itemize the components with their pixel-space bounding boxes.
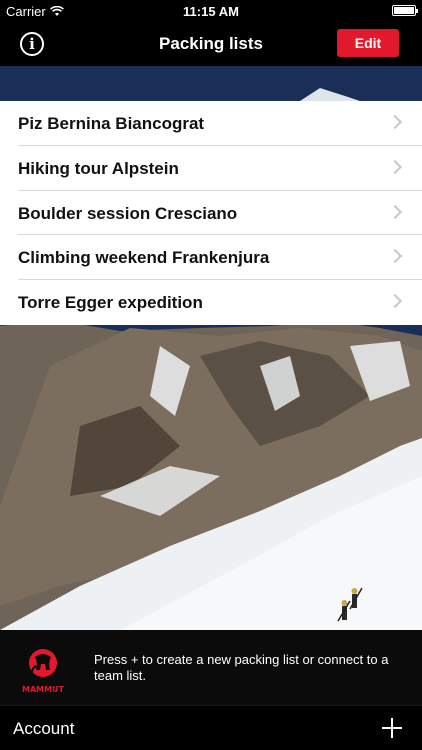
chevron-right-icon bbox=[387, 249, 403, 264]
edit-button[interactable]: Edit bbox=[337, 29, 399, 57]
packing-lists-table: Piz Bernina Biancograt Hiking tour Alpst… bbox=[0, 101, 422, 325]
navigation-bar: i Packing lists Edit bbox=[0, 22, 422, 66]
chevron-right-icon bbox=[387, 114, 403, 130]
list-item-label: Boulder session Cresciano bbox=[18, 203, 238, 223]
account-bar: Account bbox=[0, 705, 422, 750]
footer-hint-bar: MAMMUT Press + to create a new packing l… bbox=[0, 630, 422, 705]
add-list-plus-icon[interactable] bbox=[382, 718, 402, 738]
list-item-label: Hiking tour Alpstein bbox=[18, 158, 179, 178]
battery-icon bbox=[392, 5, 418, 16]
status-bar: Carrier 11:15 AM bbox=[0, 0, 422, 22]
list-item[interactable]: Hiking tour Alpstein bbox=[18, 146, 422, 191]
chevron-right-icon bbox=[387, 159, 403, 174]
list-item-label: Torre Egger expedition bbox=[18, 293, 203, 313]
list-item[interactable]: Boulder session Cresciano bbox=[18, 191, 422, 236]
svg-text:MAMMUT: MAMMUT bbox=[22, 685, 65, 694]
chevron-right-icon bbox=[387, 204, 403, 219]
list-item-label: Climbing weekend Frankenjura bbox=[18, 248, 270, 268]
chevron-right-icon bbox=[387, 294, 403, 309]
list-item[interactable]: Torre Egger expedition bbox=[18, 280, 422, 325]
battery-fill bbox=[394, 7, 414, 14]
list-item[interactable]: Piz Bernina Biancograt bbox=[18, 101, 422, 146]
mammut-logo: MAMMUT bbox=[22, 649, 65, 694]
account-button[interactable]: Account bbox=[13, 719, 74, 739]
list-item-label: Piz Bernina Biancograt bbox=[18, 114, 205, 133]
create-list-hint: Press + to create a new packing list or … bbox=[94, 652, 389, 683]
status-time: 11:15 AM bbox=[183, 4, 239, 19]
list-item[interactable]: Climbing weekend Frankenjura bbox=[18, 235, 422, 281]
